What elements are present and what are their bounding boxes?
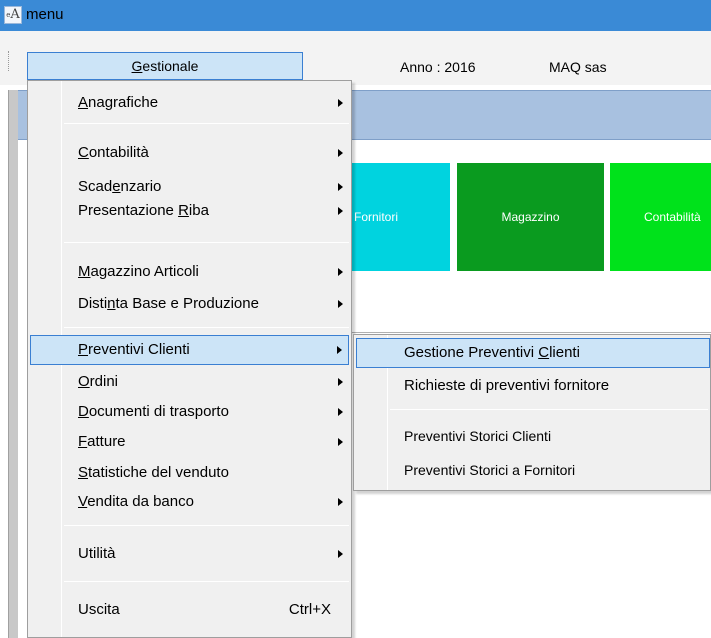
submenu-arrow-icon [338, 99, 343, 107]
submenu-item-label: Preventivi Storici Clienti [404, 428, 552, 444]
menu-item-statistiche-venduto[interactable]: Statistiche del venduto [30, 460, 349, 486]
submenu-item-preventivi-storici-clienti[interactable]: Preventivi Storici Clienti [356, 423, 710, 449]
submenu-item-gestione-preventivi-clienti[interactable]: Gestione Preventivi Clienti [356, 338, 710, 368]
divider-line [330, 332, 711, 333]
submenu-arrow-icon [338, 207, 343, 215]
menu-separator [64, 327, 349, 328]
window-title: menu [26, 6, 64, 23]
menu-item-preventivi-clienti[interactable]: Preventivi Clienti [30, 335, 349, 365]
submenu-arrow-icon [338, 149, 343, 157]
tile-fornitori[interactable]: Fornitori [336, 163, 450, 271]
menu-item-utilita[interactable]: Utilità [30, 541, 349, 567]
title-bar: eA menu [0, 0, 711, 31]
submenu-arrow-icon [338, 300, 343, 308]
menu-item-label: Distinta Base e Produzione [78, 295, 259, 312]
shortcut-label: Ctrl+X [288, 601, 331, 618]
menu-item-ordini[interactable]: Ordini [30, 369, 349, 395]
menu-item-anagrafiche[interactable]: Anagrafiche [30, 90, 349, 116]
menu-separator [64, 242, 349, 243]
submenu-arrow-icon [338, 268, 343, 276]
submenu-arrow-icon [338, 438, 343, 446]
menu-separator [64, 525, 349, 526]
submenu-arrow-icon [338, 498, 343, 506]
menu-item-magazzino-articoli[interactable]: Magazzino Articoli [30, 259, 349, 285]
menu-separator [64, 581, 349, 582]
menu-item-uscita[interactable]: Uscita Ctrl+X [30, 597, 349, 623]
menu-item-label: Preventivi Clienti [78, 341, 190, 358]
menu-gestionale-rest: estionale [142, 58, 199, 74]
submenu-arrow-icon [338, 378, 343, 386]
menu-item-label: Utilità [78, 545, 116, 562]
tile-magazzino-label: Magazzino [501, 210, 560, 224]
menu-item-label: Presentazione Riba [78, 202, 209, 219]
submenu-arrow-icon [338, 183, 343, 191]
submenu-arrow-icon [338, 550, 343, 558]
menu-item-label: Statistiche del venduto [78, 464, 229, 481]
toolbar-grip[interactable] [8, 51, 11, 71]
submenu-arrow-icon [337, 346, 342, 354]
menu-item-label: Vendita da banco [78, 493, 194, 510]
tile-fornitori-label: Fornitori [354, 210, 399, 224]
menu-item-label: Magazzino Articoli [78, 263, 199, 280]
menu-item-label: Ordini [78, 373, 119, 390]
submenu-item-richieste-preventivi-fornitore[interactable]: Richieste di preventivi fornitore [356, 373, 710, 399]
submenu-item-label: Richieste di preventivi fornitore [404, 377, 610, 394]
submenu-item-label: Gestione Preventivi Clienti [404, 344, 580, 361]
submenu-item-preventivi-storici-fornitori[interactable]: Preventivi Storici a Fornitori [356, 457, 710, 483]
submenu-arrow-icon [338, 408, 343, 416]
menu-item-label: Fatture [78, 433, 126, 450]
mdi-frame-border [8, 90, 18, 638]
menu-item-contabilita[interactable]: Contabilità [30, 140, 349, 166]
menu-item-documenti-trasporto[interactable]: Documenti di trasporto [30, 399, 349, 425]
menu-item-presentazione-riba[interactable]: Presentazione Riba [30, 198, 349, 224]
menu-item-fatture[interactable]: Fatture [30, 429, 349, 455]
gestionale-dropdown-menu: Anagrafiche Contabilità Scadenzario Pres… [27, 80, 352, 638]
menu-item-label: Contabilità [78, 144, 149, 161]
menu-separator [64, 123, 349, 124]
anno-label: Anno : 2016 [400, 59, 476, 75]
menu-item-label: Uscita [78, 601, 120, 618]
submenu-item-label: Preventivi Storici a Fornitori [404, 462, 576, 478]
menu-gestionale[interactable]: Gestionale [27, 52, 303, 80]
menu-item-scadenzario[interactable]: Scadenzario [30, 174, 349, 200]
menu-item-vendita-banco[interactable]: Vendita da banco [30, 489, 349, 515]
company-label: MAQ sas [549, 59, 607, 75]
app-icon[interactable]: eA [4, 6, 22, 24]
menu-item-label: Scadenzario [78, 178, 162, 195]
menu-item-label: Documenti di trasporto [78, 403, 229, 420]
menu-item-distinta-base[interactable]: Distinta Base e Produzione [30, 291, 349, 317]
tile-contabilita-label: Contabilità [644, 210, 701, 224]
menu-gestionale-mnemonic: G [131, 58, 143, 74]
tile-magazzino[interactable]: Magazzino [457, 163, 604, 271]
menu-item-label: Anagrafiche [78, 94, 159, 111]
preventivi-clienti-submenu: Gestione Preventivi Clienti Richieste di… [353, 334, 711, 491]
submenu-separator [390, 409, 708, 410]
tile-contabilita[interactable]: Contabilità [610, 163, 711, 271]
